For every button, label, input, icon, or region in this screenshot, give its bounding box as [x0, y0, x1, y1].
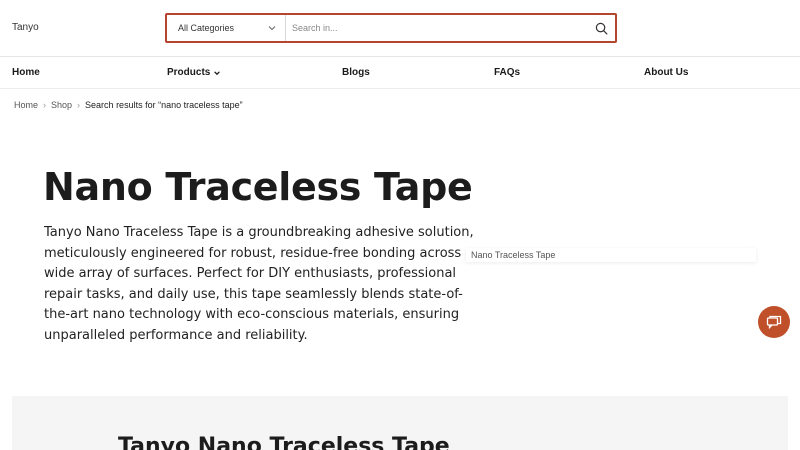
product-image: Nano Traceless Tape	[466, 248, 756, 262]
nav-item-label: About Us	[644, 67, 689, 78]
hero-description: Tanyo Nano Traceless Tape is a groundbre…	[44, 225, 474, 343]
nav-item-home[interactable]: Home	[12, 67, 40, 78]
search-bar: All Categories	[165, 13, 617, 43]
main-nav: Home Products Blogs FAQs About Us	[0, 57, 800, 89]
site-logo[interactable]: Tanyo	[12, 22, 39, 33]
nav-item-faqs[interactable]: FAQs	[494, 67, 520, 78]
chevron-right-icon: ›	[77, 100, 81, 110]
product-section: Tanyo Nano Traceless Tape	[12, 396, 788, 450]
nav-item-label: Home	[12, 67, 40, 78]
nav-item-label: FAQs	[494, 67, 521, 78]
category-select[interactable]: All Categories	[167, 15, 286, 41]
nav-item-blogs[interactable]: Blogs	[342, 67, 370, 78]
search-button[interactable]	[587, 15, 615, 41]
breadcrumb-current: Search results for “nano traceless tape”	[85, 100, 243, 110]
section-title: Tanyo Nano Traceless Tape	[118, 434, 450, 450]
nav-item-about-us[interactable]: About Us	[644, 67, 688, 78]
chat-button[interactable]	[758, 306, 790, 338]
chevron-right-icon: ›	[43, 100, 47, 110]
nav-item-label: Products	[167, 67, 211, 78]
chevron-down-icon	[214, 70, 221, 75]
site-header: Tanyo All Categories	[0, 0, 800, 57]
search-input[interactable]	[286, 15, 587, 41]
category-select-label: All Categories	[178, 23, 235, 33]
breadcrumb-shop[interactable]: Shop	[51, 100, 72, 110]
search-icon	[595, 22, 607, 34]
chevron-down-icon	[268, 26, 276, 31]
page-title: Nano Traceless Tape	[43, 165, 473, 209]
chat-icon	[766, 315, 782, 330]
nav-item-products[interactable]: Products	[167, 67, 221, 78]
nav-item-label: Blogs	[342, 67, 370, 78]
breadcrumb-home[interactable]: Home	[14, 100, 38, 110]
breadcrumb: Home › Shop › Search results for “nano t…	[14, 100, 243, 110]
